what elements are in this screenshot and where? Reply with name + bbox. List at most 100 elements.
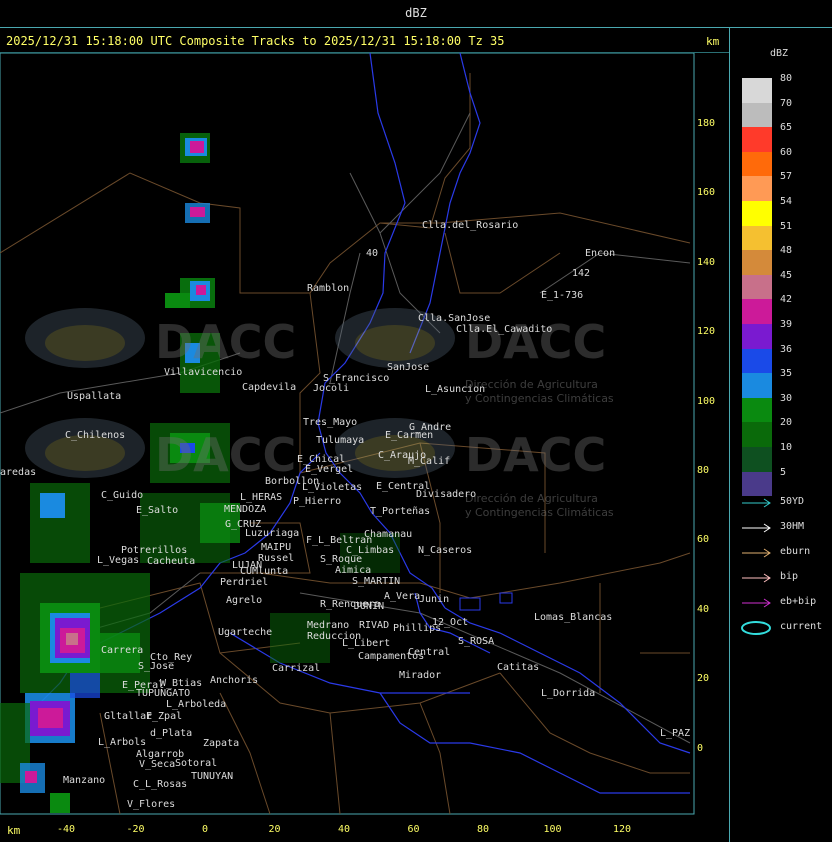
place-label: E_Zpal bbox=[146, 711, 183, 722]
track-legend-item: 30HM bbox=[740, 520, 830, 536]
place-label: T_Porteñas bbox=[370, 506, 431, 517]
legend-value: 45 bbox=[780, 269, 793, 281]
place-label: Carrera bbox=[101, 645, 144, 656]
place-label: C_Chilenos bbox=[65, 430, 126, 441]
x-tick-label: 60 bbox=[407, 824, 420, 835]
y-tick-label: 100 bbox=[697, 395, 716, 407]
x-tick-label: 100 bbox=[543, 824, 562, 835]
place-label: Lomas_Blancas bbox=[534, 612, 613, 623]
place-label: Divisadero bbox=[416, 489, 477, 500]
place-label: N_Caseros bbox=[418, 545, 473, 556]
radar-map[interactable]: DACC DACC DACC DACC Dirección de Agricul… bbox=[0, 53, 695, 815]
place-label: C_Guido bbox=[101, 490, 144, 501]
track-legend-label: 50YD bbox=[780, 496, 805, 507]
legend-swatch bbox=[742, 78, 772, 103]
x-tick-label: 80 bbox=[476, 824, 490, 835]
place-label: Perdriel bbox=[220, 577, 269, 588]
legend-value: 30 bbox=[780, 392, 793, 404]
place-label: Jocoli bbox=[313, 383, 350, 394]
place-label: Cacheuta bbox=[147, 556, 196, 567]
legend-swatch bbox=[742, 348, 772, 374]
place-label: Russel bbox=[258, 553, 295, 564]
place-label: L_HERAS bbox=[240, 492, 283, 503]
legend-divider bbox=[729, 28, 730, 842]
place-label: aredas bbox=[0, 467, 37, 478]
track-legend-label: eb+bip bbox=[780, 596, 817, 607]
track-arrow-icon bbox=[742, 573, 771, 583]
place-label: Mirador bbox=[399, 670, 442, 681]
legend-swatch bbox=[742, 422, 772, 447]
legend-swatch bbox=[742, 127, 772, 152]
current-ellipse-icon bbox=[741, 621, 771, 635]
track-arrow-icon bbox=[742, 598, 771, 608]
place-label: L_Asuncion bbox=[425, 384, 486, 395]
watermark-line2: y Contingencias Climáticas bbox=[465, 506, 614, 519]
legend-value: 39 bbox=[780, 319, 793, 330]
place-label: Junin bbox=[419, 594, 450, 605]
legend-value: 48 bbox=[780, 245, 793, 257]
place-label: Medrano bbox=[307, 620, 350, 631]
place-label: Clla.SanJose bbox=[418, 313, 491, 324]
legend-value: 60 bbox=[780, 146, 793, 158]
legend-value: 57 bbox=[780, 171, 793, 183]
place-label: L_Arbols bbox=[98, 737, 147, 748]
watermark-brand: DACC bbox=[465, 428, 607, 482]
legend-value: 42 bbox=[780, 294, 793, 306]
track-arrow-icon bbox=[742, 523, 771, 533]
place-label: Carrizal bbox=[272, 663, 321, 674]
place-label: MAIPU bbox=[261, 542, 292, 553]
x-tick-label: 40 bbox=[337, 824, 351, 835]
place-label: V_Flores bbox=[127, 799, 176, 810]
place-label: Campamentos bbox=[358, 651, 425, 662]
place-label: C_L_Rosas bbox=[133, 779, 188, 790]
track-legend-item: 50YD bbox=[740, 495, 830, 511]
place-label: L_Libert bbox=[342, 638, 391, 649]
legend-swatch bbox=[742, 274, 772, 300]
place-label: SanJose bbox=[387, 362, 430, 373]
legend-value: 80 bbox=[780, 73, 793, 84]
place-label: S_ROSA bbox=[458, 636, 495, 647]
legend-swatch bbox=[742, 225, 772, 251]
place-label: RIVAD bbox=[359, 620, 390, 631]
place-label: S_Roque bbox=[320, 554, 363, 565]
y-tick-label: 120 bbox=[697, 326, 716, 338]
legend-swatch bbox=[742, 250, 772, 275]
legend-swatch bbox=[742, 102, 772, 128]
place-label: M_Calif bbox=[408, 456, 451, 467]
place-label: Clla.El_Cawadito bbox=[456, 324, 553, 335]
y-tick-label: 180 bbox=[697, 118, 716, 129]
place-label: A_Vera bbox=[384, 591, 421, 602]
place-label: Ramblon bbox=[307, 283, 350, 294]
place-label: L_Arboleda bbox=[166, 699, 227, 710]
legend-value: 36 bbox=[780, 343, 793, 355]
watermark-line2: y Contingencias Climáticas bbox=[465, 392, 614, 405]
legend-swatch bbox=[742, 151, 772, 177]
track-legend-item: eb+bip bbox=[740, 595, 830, 611]
place-label: Villavicencio bbox=[164, 367, 243, 378]
place-label: TUPUNGATO bbox=[136, 688, 191, 699]
track-legend-label: bip bbox=[780, 571, 799, 582]
place-label: d_Plata bbox=[150, 728, 193, 739]
place-label: Capdevila bbox=[242, 382, 297, 393]
place-label: CUMlunta bbox=[240, 566, 289, 577]
watermark-brand: DACC bbox=[155, 315, 297, 369]
legend-value: 10 bbox=[780, 442, 793, 453]
place-label: P_Hierro bbox=[293, 496, 342, 507]
place-label: S_MARTIN bbox=[352, 576, 401, 587]
km-unit-label-top: km bbox=[706, 35, 720, 48]
watermark-brand: DACC bbox=[155, 428, 297, 482]
place-label: L_Vegas bbox=[97, 555, 140, 566]
track-arrow-icon bbox=[742, 498, 771, 508]
place-label: E_Salto bbox=[136, 505, 179, 516]
place-label: Anchoris bbox=[210, 675, 259, 686]
place-label: L_Violetas bbox=[302, 482, 363, 493]
legend-value: 5 bbox=[780, 466, 787, 478]
legend-value: 20 bbox=[780, 417, 793, 429]
place-label: Tres_Mayo bbox=[303, 417, 358, 428]
legend-swatch bbox=[742, 176, 772, 201]
legend-swatch bbox=[742, 446, 772, 472]
track-legend-item: bip bbox=[740, 570, 830, 586]
place-label: S_Jose bbox=[138, 661, 175, 672]
composite-tracks-title: 2025/12/31 15:18:00 UTC Composite Tracks… bbox=[6, 34, 505, 48]
track-legend-item: current bbox=[740, 620, 830, 636]
